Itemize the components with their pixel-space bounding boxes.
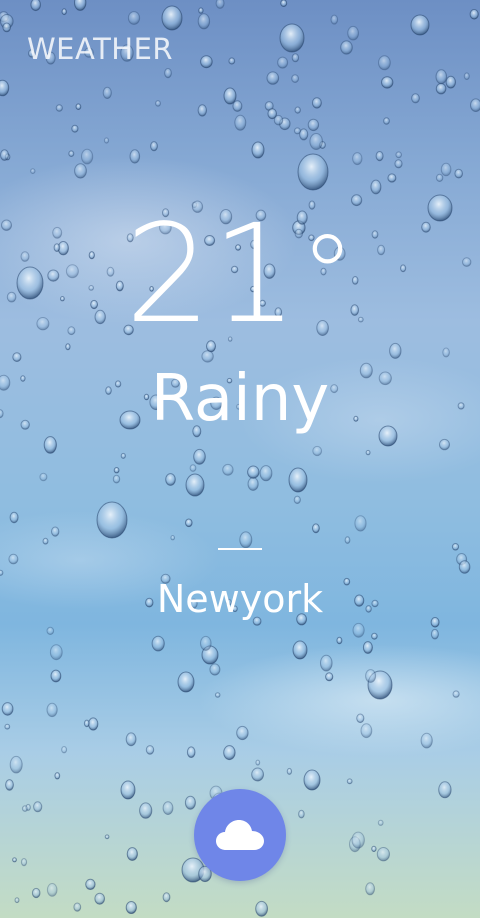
divider xyxy=(218,548,262,550)
raindrops-overlay xyxy=(0,0,480,917)
weather-condition: Rainy xyxy=(150,362,330,436)
cloud-icon xyxy=(216,820,264,850)
cloud-fab-button[interactable] xyxy=(194,789,286,881)
degree-symbol: ° xyxy=(300,211,356,339)
city-name: Newyork xyxy=(156,577,324,621)
app-title: WEATHER xyxy=(27,32,174,66)
temperature-display: 21° xyxy=(0,200,480,350)
temperature-value: 21 xyxy=(124,196,299,354)
